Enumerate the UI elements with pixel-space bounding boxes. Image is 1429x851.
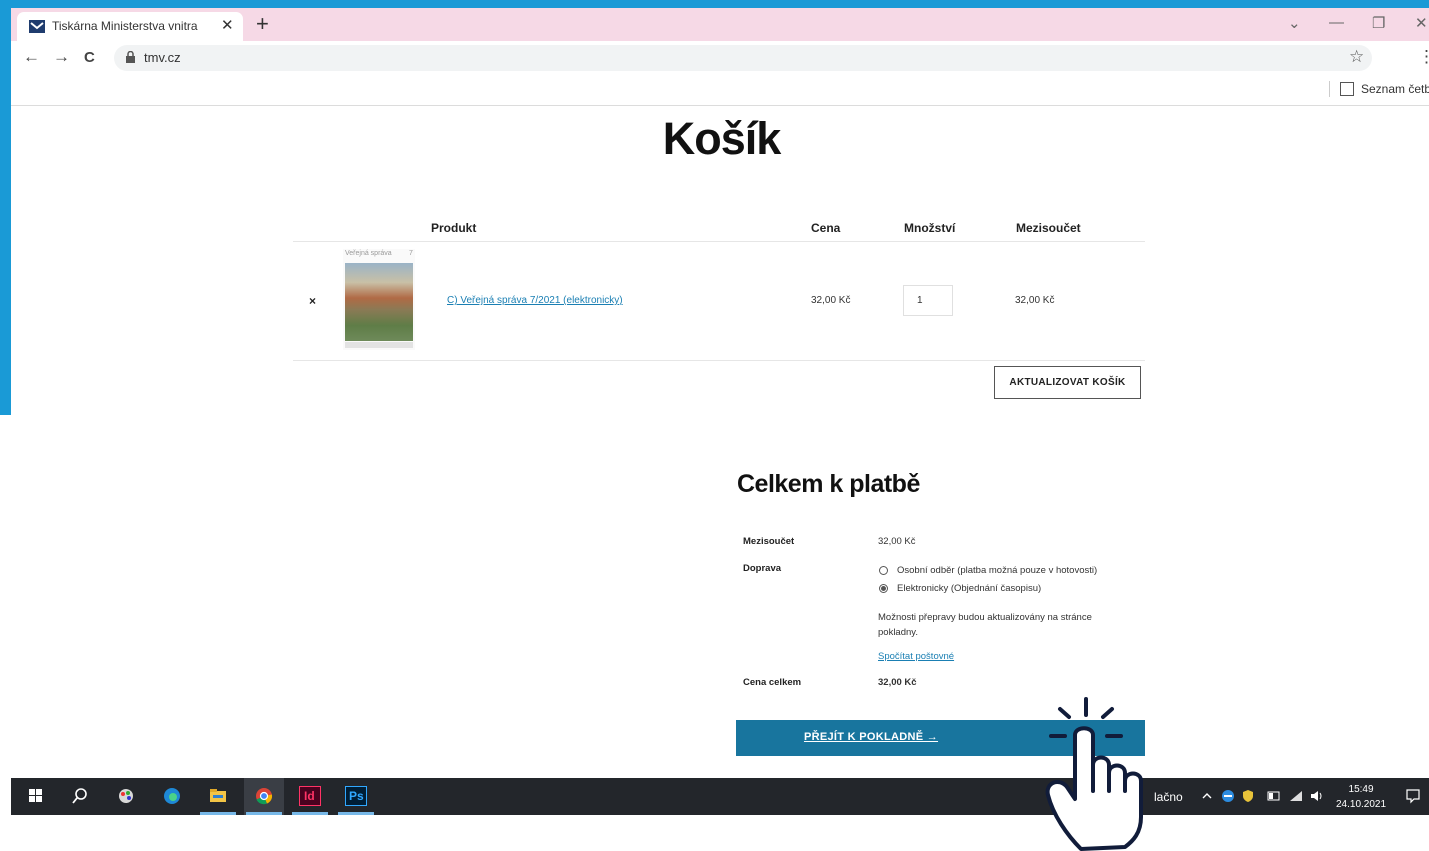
update-cart-button[interactable]: AKTUALIZOVAT KOŠÍK	[994, 366, 1141, 399]
item-price: 32,00 Kč	[811, 295, 851, 306]
security-tray-icon[interactable]	[1241, 789, 1255, 803]
indesign-running-indicator	[292, 812, 328, 815]
tab-close-icon[interactable]: ✕	[221, 16, 234, 34]
system-clock[interactable]: 15:49 24.10.2021	[1336, 782, 1386, 812]
paint-icon[interactable]	[115, 786, 137, 806]
tmv-favicon-icon	[29, 20, 45, 33]
bookmarks-bar: Seznam četby	[11, 75, 1429, 106]
thumbnail-number: 7	[409, 250, 413, 257]
url-text: tmv.cz	[144, 50, 181, 65]
calculate-shipping-link[interactable]: Spočítat poštovné	[878, 651, 954, 662]
total-label: Cena celkem	[743, 677, 802, 688]
tab-strip: Tiskárna Ministerstva vnitra ✕ + ⌄ — ❐ ✕	[11, 8, 1429, 41]
shipping-option-pickup[interactable]: Osobní odběr (platba možná pouze v hotov…	[897, 565, 1097, 576]
indesign-label: Id	[304, 789, 315, 803]
browser-tab[interactable]: Tiskárna Ministerstva vnitra ✕	[17, 12, 243, 41]
chevron-up-icon[interactable]	[1201, 791, 1213, 801]
table-header-divider	[293, 241, 1145, 242]
chrome-icon[interactable]	[253, 786, 275, 806]
photoshop-running-indicator	[338, 812, 374, 815]
windows-taskbar: Id Ps lačno 15:49 24.10.2021	[11, 778, 1429, 815]
bookmark-star-icon[interactable]: ☆	[1349, 47, 1364, 67]
shipping-radio-pickup[interactable]	[879, 566, 888, 575]
lock-icon	[126, 51, 135, 63]
thumbnail-header: Veřejná správa	[345, 250, 392, 257]
clock-date: 24.10.2021	[1336, 799, 1387, 810]
subtotal-label: Mezisoučet	[743, 536, 795, 547]
wifi-icon[interactable]	[1289, 790, 1303, 802]
page-title: Košík	[662, 113, 782, 164]
remove-item-button[interactable]: ×	[309, 294, 316, 308]
header-price: Cena	[811, 221, 841, 235]
file-explorer-icon[interactable]	[207, 786, 229, 806]
product-thumbnail[interactable]: Veřejná správa 7	[343, 249, 415, 350]
cover-photo	[345, 263, 413, 341]
top-blue-border	[0, 0, 1429, 8]
volume-icon[interactable]	[1309, 789, 1325, 803]
clock-time: 15:49	[1348, 784, 1374, 795]
address-bar[interactable]: tmv.cz	[114, 45, 1372, 71]
back-button[interactable]: ←	[23, 47, 40, 67]
chrome-running-indicator	[246, 812, 282, 815]
teamviewer-tray-icon[interactable]	[1221, 789, 1235, 803]
forward-button[interactable]: →	[53, 47, 70, 67]
header-quantity: Množství	[904, 221, 956, 235]
shipping-option-electronic[interactable]: Elektronicky (Objednání časopisu)	[897, 583, 1041, 594]
minimize-button[interactable]: —	[1329, 14, 1344, 31]
restore-button[interactable]: ❐	[1372, 14, 1385, 32]
reading-list-icon	[1340, 82, 1354, 96]
pointing-hand-icon	[1045, 697, 1143, 851]
header-subtotal: Mezisoučet	[1016, 221, 1081, 235]
tab-search-chevron-icon[interactable]: ⌄	[1288, 14, 1301, 32]
photoshop-icon[interactable]: Ps	[345, 786, 367, 806]
subtotal-value: 32,00 Kč	[878, 536, 916, 547]
product-link[interactable]: C) Veřejná správa 7/2021 (elektronicky)	[447, 295, 623, 306]
tab-title: Tiskárna Ministerstva vnitra	[52, 19, 198, 33]
left-blue-border	[0, 0, 11, 415]
quantity-input[interactable]: 1	[903, 285, 953, 316]
item-subtotal: 32,00 Kč	[1015, 295, 1055, 306]
header-product: Produkt	[431, 221, 477, 235]
total-value: 32,00 Kč	[878, 677, 917, 688]
checkout-label: PŘEJÍT K POKLADNĚ →	[803, 731, 939, 743]
battery-icon[interactable]	[1267, 791, 1281, 801]
windows-start-icon[interactable]	[25, 786, 47, 806]
cover-footer	[345, 342, 413, 348]
indesign-icon[interactable]: Id	[299, 786, 321, 806]
shipping-label: Doprava	[743, 563, 782, 574]
edge-browser-icon[interactable]	[161, 786, 183, 806]
table-row-divider	[293, 360, 1145, 361]
notifications-icon[interactable]	[1405, 788, 1421, 804]
totals-title: Celkem k platbě	[737, 470, 920, 498]
new-tab-button[interactable]: +	[256, 11, 269, 37]
shipping-note: Možnosti přepravy budou aktualizovány na…	[878, 612, 1092, 638]
bookmarks-divider	[1329, 81, 1330, 97]
browser-toolbar: ← → C tmv.cz ☆ ⋮	[11, 41, 1429, 75]
explorer-running-indicator	[200, 812, 236, 815]
reading-list-button[interactable]: Seznam četby	[1361, 82, 1429, 96]
reload-button[interactable]: C	[84, 49, 95, 66]
shipping-radio-electronic[interactable]	[879, 584, 888, 593]
close-window-button[interactable]: ✕	[1415, 14, 1428, 32]
browser-menu-icon[interactable]: ⋮	[1418, 47, 1429, 67]
search-icon[interactable]	[69, 786, 91, 806]
photoshop-label: Ps	[349, 789, 364, 803]
